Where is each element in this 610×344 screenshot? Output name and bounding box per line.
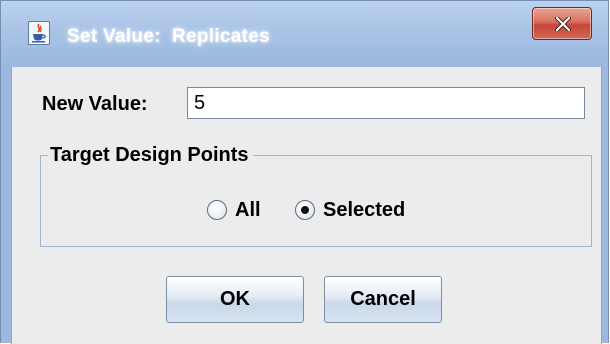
radio-selected-dot bbox=[301, 206, 309, 214]
title-bar[interactable]: Set Value: Replicates bbox=[1, 1, 608, 67]
radio-all-label[interactable]: All bbox=[235, 199, 261, 222]
radio-selected[interactable]: Selected bbox=[295, 197, 405, 223]
close-button[interactable] bbox=[532, 7, 592, 40]
java-cup-icon bbox=[28, 21, 50, 45]
dialog-window: Set Value: Replicates New Value: Target … bbox=[0, 0, 609, 344]
new-value-input[interactable] bbox=[187, 87, 585, 119]
window-title: Set Value: Replicates bbox=[67, 26, 271, 47]
radio-selected-circle[interactable] bbox=[295, 200, 315, 220]
dialog-content: New Value: Target Design Points All Sele… bbox=[11, 67, 602, 344]
new-value-label: New Value: bbox=[42, 93, 148, 115]
target-design-points-title: Target Design Points bbox=[48, 144, 253, 167]
close-icon bbox=[555, 17, 571, 31]
radio-all[interactable]: All bbox=[207, 197, 261, 223]
cancel-button[interactable]: Cancel bbox=[324, 276, 442, 323]
ok-button[interactable]: OK bbox=[166, 276, 304, 323]
radio-all-circle[interactable] bbox=[207, 200, 227, 220]
radio-selected-label[interactable]: Selected bbox=[323, 199, 405, 222]
